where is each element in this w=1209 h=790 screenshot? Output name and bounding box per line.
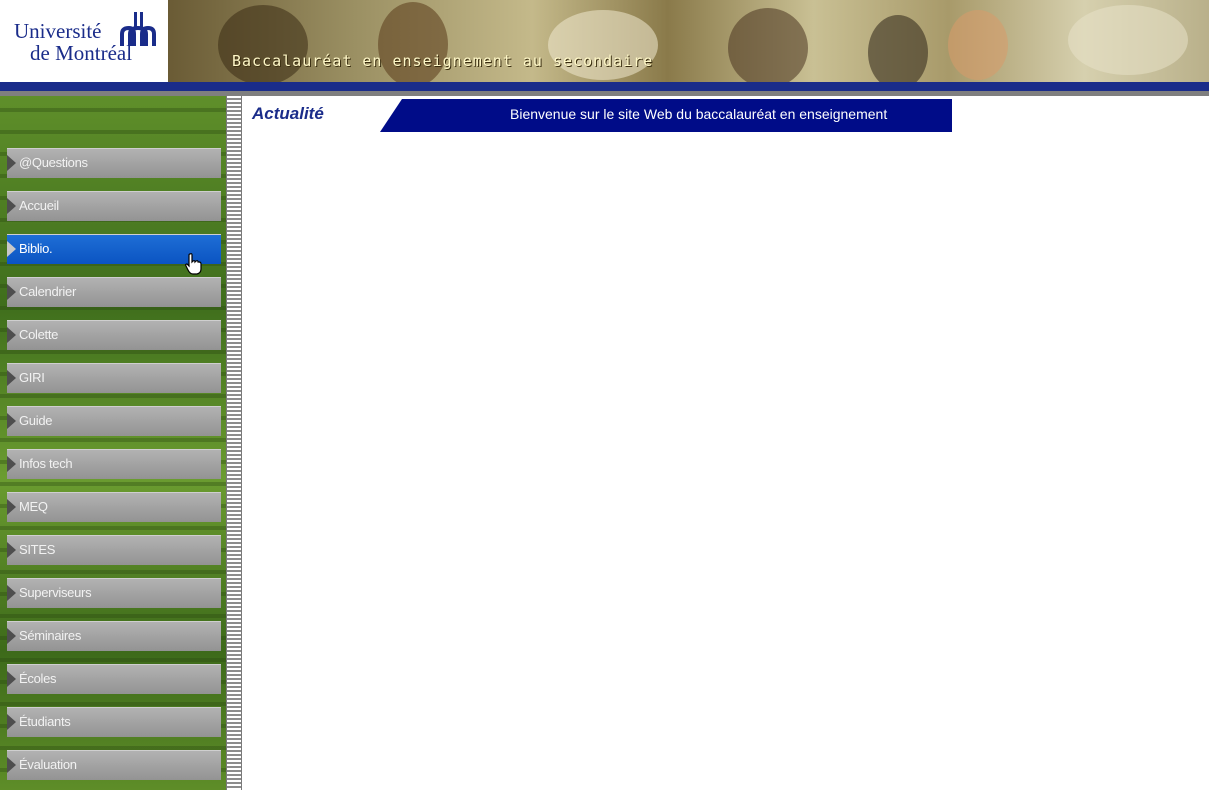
sidebar-item-label: Colette [19,327,59,342]
triangle-arrow-icon [7,757,16,773]
sidebar-item-label: Évaluation [19,757,77,772]
sidebar-item-calendrier[interactable]: Calendrier [7,277,221,307]
sidebar-item-seminaires[interactable]: Séminaires [7,621,221,651]
sidebar-item-accueil[interactable]: Accueil [7,191,221,221]
sidebar-item-superviseurs[interactable]: Superviseurs [7,578,221,608]
sidebar-item-questions[interactable]: @Questions [7,148,221,178]
sidebar-item-label: Étudiants [19,714,71,729]
sidebar-item-label: SITES [19,542,56,557]
sidebar-item-label: Accueil [19,198,59,213]
sidebar-item-meq[interactable]: MEQ [7,492,221,522]
triangle-arrow-icon [7,198,16,214]
triangle-arrow-icon [7,327,16,343]
triangle-arrow-icon [7,714,16,730]
sidebar-item-label: Écoles [19,671,57,686]
logo-line-1: Université [14,19,102,43]
university-logo[interactable]: Université de Montréal [0,0,168,90]
sidebar-item-infos-tech[interactable]: Infos tech [7,449,221,479]
sidebar-item-colette[interactable]: Colette [7,320,221,350]
sidebar-item-label: Infos tech [19,456,73,471]
sidebar-item-label: Guide [19,413,53,428]
triangle-arrow-icon [7,542,16,558]
sidebar-item-label: Superviseurs [19,585,92,600]
sidebar-item-label: GIRI [19,370,45,385]
triangle-arrow-icon [7,413,16,429]
triangle-arrow-icon [7,671,16,687]
sidebar-item-label: Calendrier [19,284,76,299]
university-crest-icon [120,12,156,46]
sidebar-item-etudiants[interactable]: Étudiants [7,707,221,737]
triangle-arrow-icon [7,155,16,171]
news-ticker-text: Bienvenue sur le site Web du baccalauréa… [510,106,888,122]
sidebar-item-evaluation[interactable]: Évaluation [7,750,221,780]
page-title: Actualité [252,104,324,123]
sidebar-item-label: @Questions [19,155,88,170]
site-header: Université de Montréal Baccalauréat en e… [0,0,1209,96]
sidebar-item-label: Séminaires [19,628,82,643]
header-divider [0,82,1209,91]
header-banner: Baccalauréat en enseignement au secondai… [168,0,1209,90]
triangle-arrow-icon [7,284,16,300]
sidebar-item-ecoles[interactable]: Écoles [7,664,221,694]
sidebar-item-giri[interactable]: GIRI [7,363,221,393]
sidebar-nav: @Questions Accueil Biblio. Calendrier Co… [0,96,226,790]
frame-resize-handle[interactable] [226,96,242,790]
triangle-arrow-icon [7,499,16,515]
sidebar-item-label: Biblio. [19,241,53,256]
triangle-arrow-icon [7,241,16,257]
triangle-arrow-icon [7,628,16,644]
triangle-arrow-icon [7,585,16,601]
triangle-arrow-icon [7,456,16,472]
banner-title: Baccalauréat en enseignement au secondai… [232,52,654,70]
sidebar-item-guide[interactable]: Guide [7,406,221,436]
sidebar-item-label: MEQ [19,499,48,514]
hand-cursor-icon [185,253,202,275]
triangle-arrow-icon [7,370,16,386]
sidebar-item-sites[interactable]: SITES [7,535,221,565]
